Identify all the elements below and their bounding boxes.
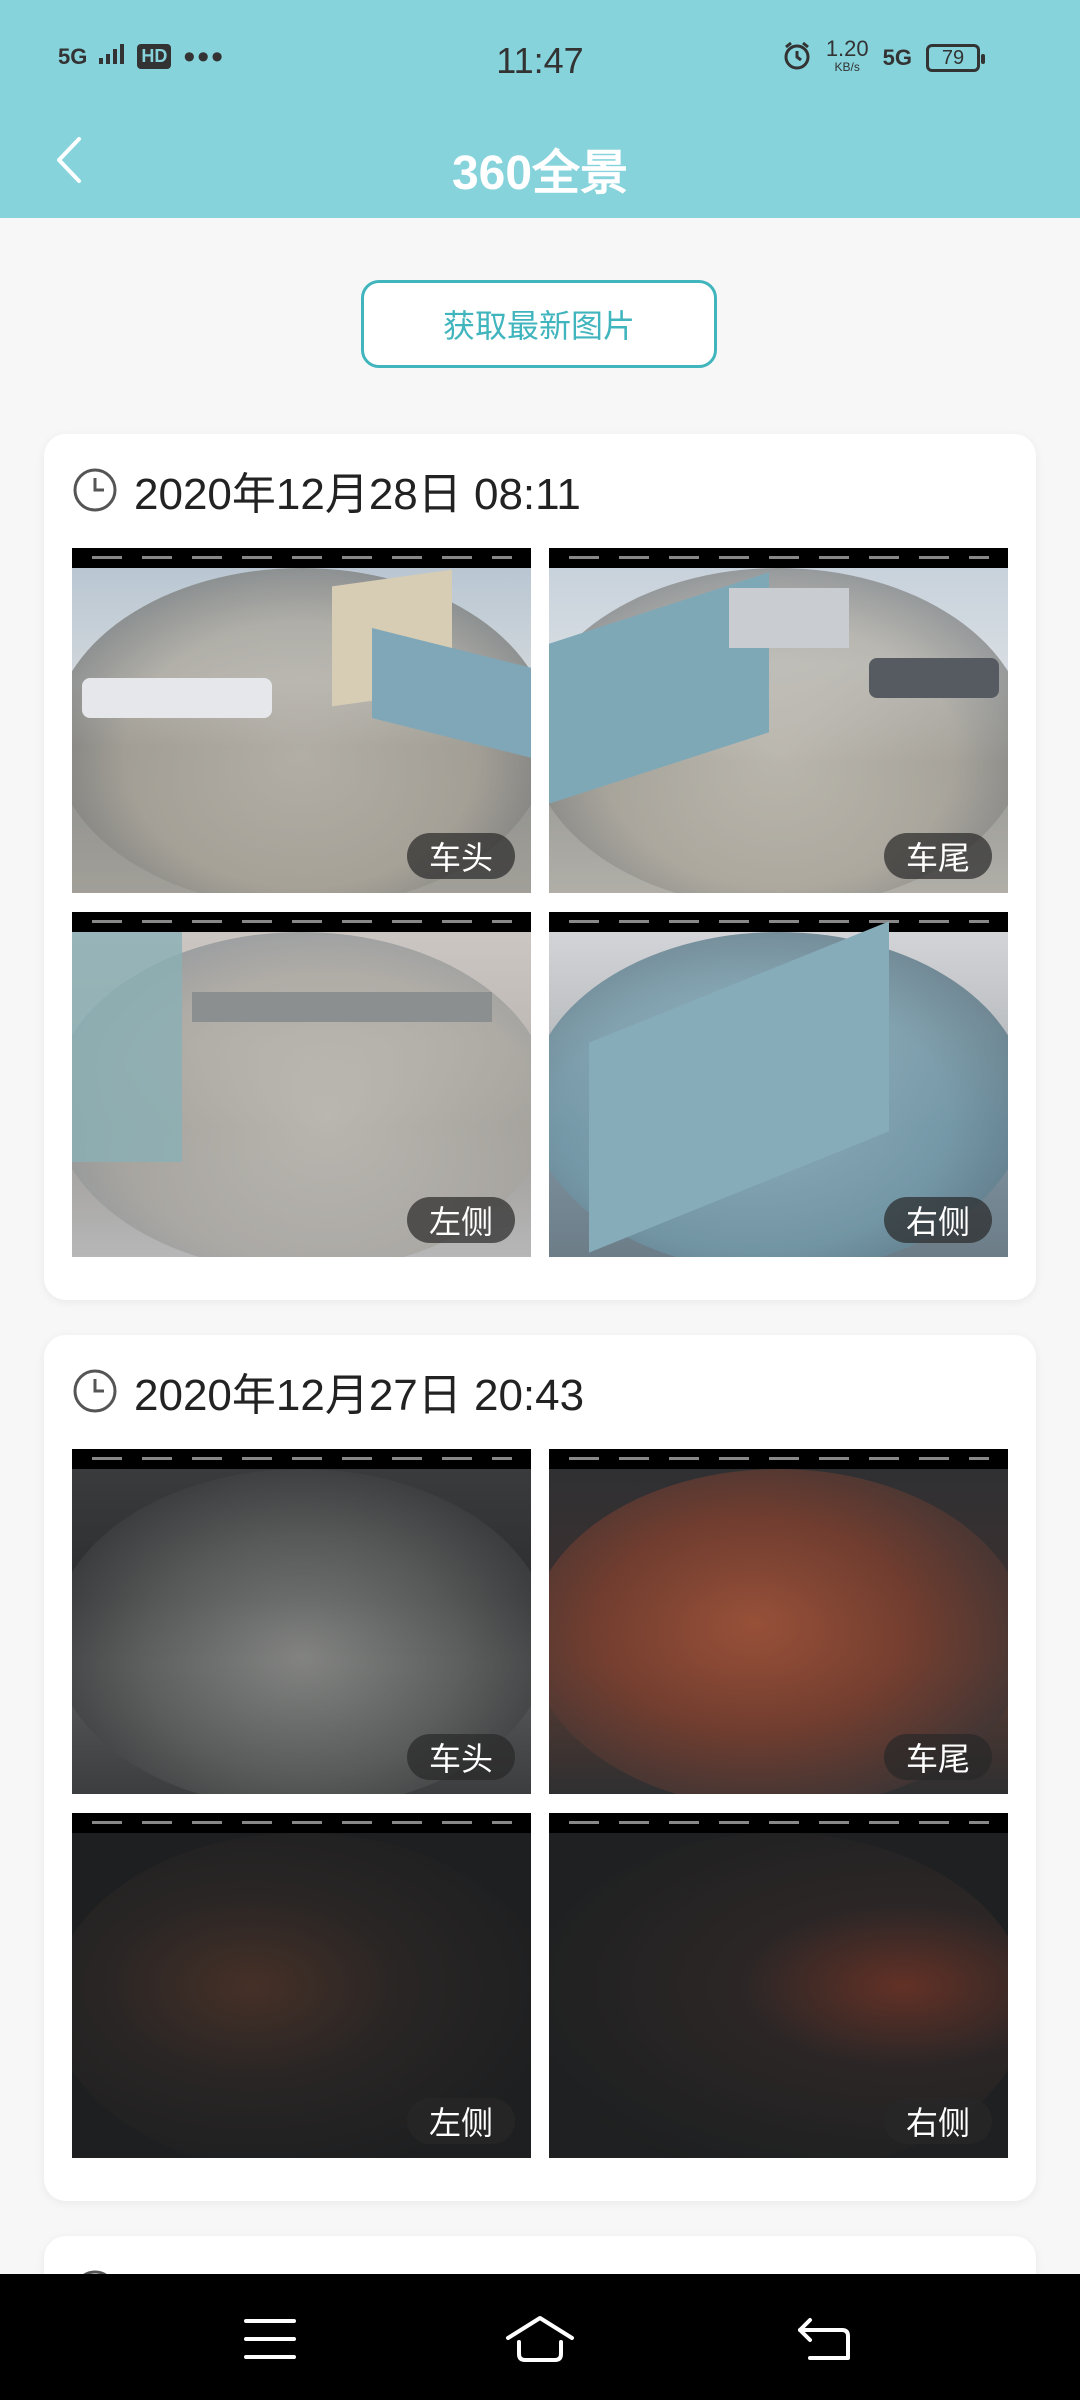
photo-label: 右侧: [883, 2098, 992, 2144]
panorama-list[interactable]: 获取最新图片 2020年12月28日 08:11 车头 车尾 左侧 右侧 202…: [0, 218, 1080, 2274]
battery-level: 79: [941, 46, 965, 69]
photo-left[interactable]: 左侧: [72, 1813, 531, 2158]
clock-icon: [73, 1369, 117, 1413]
home-icon: [506, 2316, 574, 2362]
clock-icon: [73, 468, 117, 512]
record-datetime: 2020年12月27日 20:43: [134, 1371, 585, 1420]
photo-left[interactable]: 左侧: [72, 912, 531, 1257]
record-card: 2020年12月28日 08:11 车头 车尾 左侧 右侧: [44, 434, 1036, 1300]
page-title: 360全景: [451, 147, 629, 200]
photo-label: 车头: [406, 1734, 515, 1780]
photo-right[interactable]: 右侧: [549, 1813, 1008, 2158]
photo-label: 左侧: [406, 2098, 515, 2144]
status-bar: 5G HD ••• 11:47 1.20 KB/s 5G 79: [0, 0, 1080, 125]
photo-label: 左侧: [406, 1197, 515, 1243]
home-button[interactable]: [500, 2304, 580, 2374]
top-bar: 5G HD ••• 11:47 1.20 KB/s 5G 79 360全景: [0, 0, 1080, 218]
photo-label: 车尾: [883, 833, 992, 879]
network-speed: 1.20 KB/s: [825, 36, 869, 75]
return-icon: [798, 2318, 850, 2360]
photo-front[interactable]: 车头: [72, 548, 531, 893]
battery-icon: 79: [926, 44, 985, 72]
record-card: 2020年12月27日 20:43 车头 车尾 左侧 右侧: [44, 1335, 1036, 2201]
photo-rear[interactable]: 车尾: [549, 1449, 1008, 1794]
network-indicator-right: 5G: [882, 45, 912, 70]
alarm-icon: [782, 41, 812, 76]
photo-front[interactable]: 车头: [72, 1449, 531, 1794]
return-button[interactable]: [784, 2304, 864, 2374]
record-datetime: 2020年12月28日 08:11: [134, 470, 581, 519]
system-navigation-bar: [0, 2274, 1080, 2400]
photo-label: 车尾: [883, 1734, 992, 1780]
navigation-bar: 360全景: [0, 125, 1080, 218]
record-card-partial: [44, 2236, 1036, 2274]
photo-label: 车头: [406, 833, 515, 879]
photo-rear[interactable]: 车尾: [549, 548, 1008, 893]
photo-label: 右侧: [883, 1197, 992, 1243]
menu-button[interactable]: [230, 2304, 310, 2374]
fetch-latest-button[interactable]: 获取最新图片: [361, 280, 717, 368]
photo-right[interactable]: 右侧: [549, 912, 1008, 1257]
menu-icon: [244, 2319, 296, 2359]
